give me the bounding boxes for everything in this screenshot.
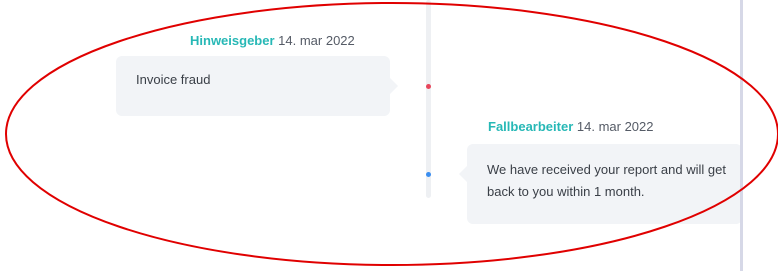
message-sender: Hinweisgeber bbox=[190, 33, 275, 48]
message-date: 14. mar 2022 bbox=[576, 119, 654, 134]
timeline-dot-case-handler bbox=[426, 172, 431, 177]
message-header-case-handler: Fallbearbeiter 14. mar 2022 bbox=[488, 119, 654, 134]
message-thread-panel: Hinweisgeber 14. mar 2022 Invoice fraud … bbox=[0, 0, 742, 271]
message-bubble-reporter: Invoice fraud bbox=[116, 56, 398, 116]
message-sender: Fallbearbeiter bbox=[488, 119, 574, 134]
timeline-dot-reporter bbox=[426, 84, 431, 89]
message-bubble-case-handler: We have received your report and will ge… bbox=[459, 144, 742, 224]
message-header-reporter: Hinweisgeber 14. mar 2022 bbox=[190, 33, 355, 48]
right-edge-divider bbox=[740, 0, 743, 271]
timeline-track bbox=[426, 0, 431, 198]
message-date: 14. mar 2022 bbox=[278, 33, 355, 48]
message-text: Invoice fraud bbox=[136, 72, 211, 87]
message-text: We have received your report and will ge… bbox=[487, 162, 726, 199]
